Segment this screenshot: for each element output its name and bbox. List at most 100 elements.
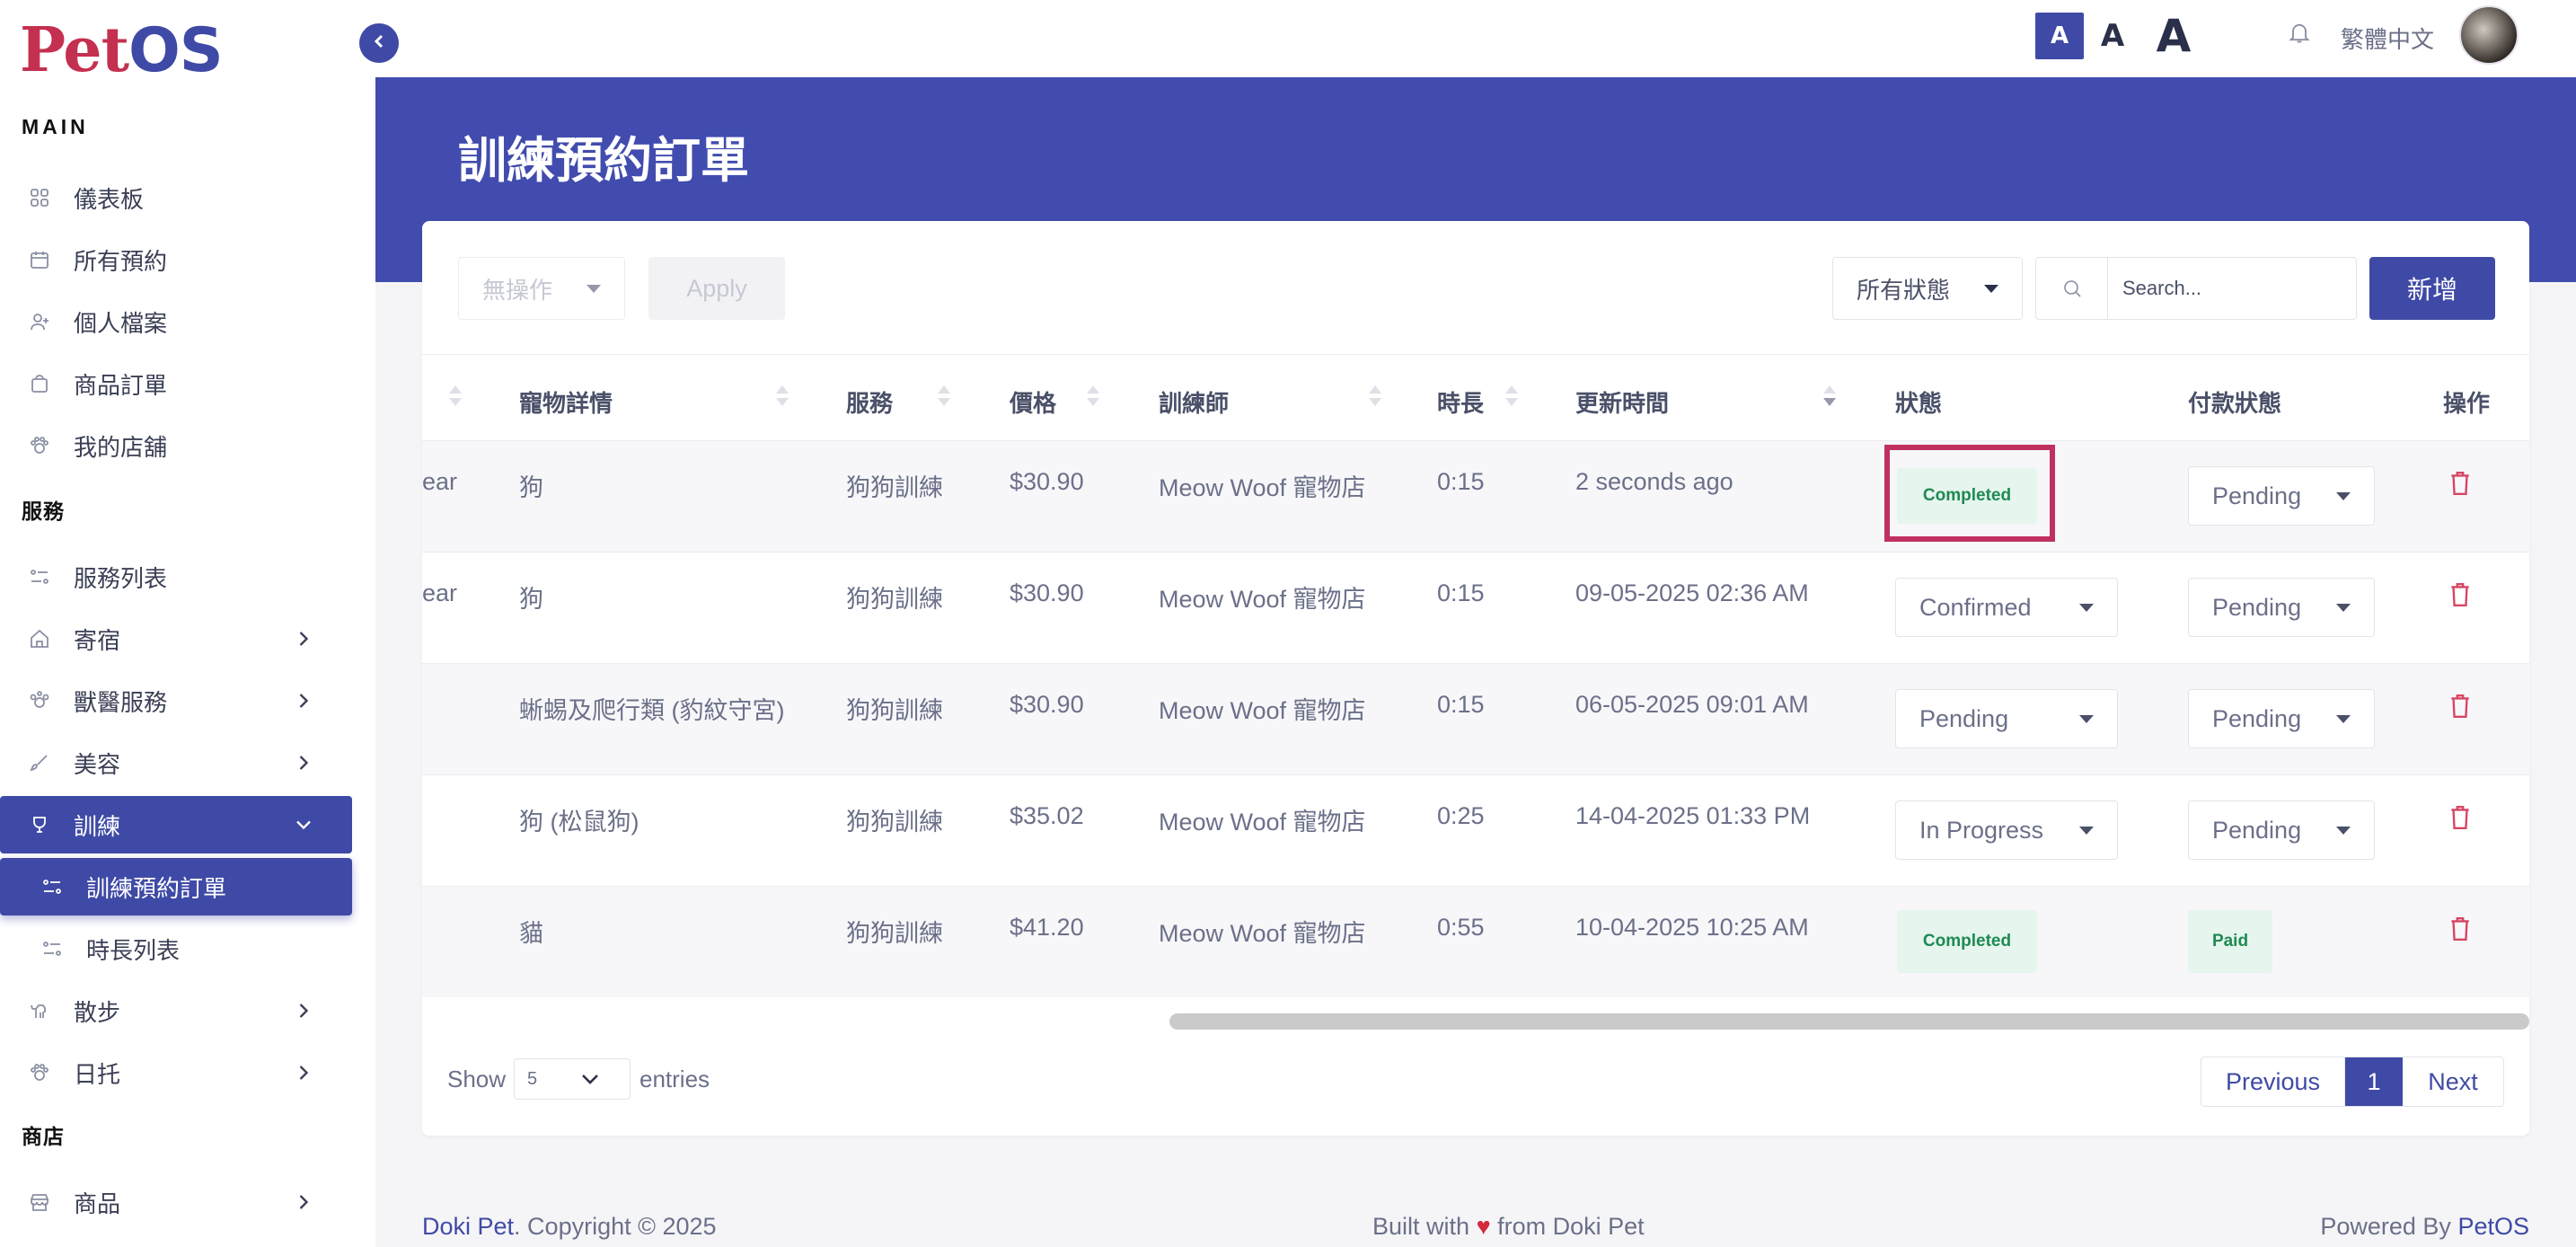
show-label: Show	[447, 1066, 507, 1092]
bag-icon	[27, 371, 52, 396]
sidebar-item-vet[interactable]: 獸醫服務	[0, 672, 352, 730]
column-header-actions: 操作	[2443, 390, 2491, 417]
search-input[interactable]	[2108, 258, 2356, 319]
section-services: 服務	[22, 500, 65, 523]
next-page-button[interactable]: Next	[2403, 1057, 2503, 1106]
chevron-down-icon	[579, 1070, 603, 1088]
footer-brand-link[interactable]: Doki Pet	[422, 1213, 514, 1240]
payment-status-value: Pending	[2212, 482, 2302, 509]
status-badge[interactable]: Completed	[1897, 910, 2037, 973]
powered-brand-link[interactable]: PetOS	[2457, 1213, 2529, 1240]
payment-status-select[interactable]: Pending	[2188, 578, 2375, 637]
pet-cell: 狗 (松鼠狗)	[519, 809, 640, 836]
payment-status-select[interactable]: Pending	[2188, 466, 2375, 526]
column-header-duration[interactable]: 時長	[1437, 385, 1484, 419]
trash-icon[interactable]	[2448, 581, 2475, 612]
sort-icon[interactable]	[1087, 382, 1099, 411]
trash-icon[interactable]	[2448, 693, 2475, 723]
caret-down-icon	[1984, 285, 1998, 293]
previous-page-button[interactable]: Previous	[2201, 1057, 2345, 1106]
trainer-cell: Meow Woof 寵物店	[1159, 809, 1366, 836]
sort-icon[interactable]	[776, 382, 789, 411]
sidebar-item-label: 時長列表	[86, 936, 181, 964]
chevron-right-icon	[291, 1060, 316, 1085]
payment-status-select[interactable]: Pending	[2188, 800, 2375, 860]
collapse-sidebar-button[interactable]	[359, 23, 399, 63]
status-select[interactable]: In Progress	[1895, 800, 2118, 860]
sidebar-item-service-list[interactable]: 服務列表	[0, 548, 352, 606]
language-selector[interactable]: 繁體中文	[2341, 22, 2434, 55]
sidebar-item-dashboard[interactable]: 儀表板	[0, 169, 352, 226]
trash-icon[interactable]	[2448, 915, 2475, 946]
caret-down-icon	[2079, 827, 2094, 835]
built-with-text: Built with	[1372, 1213, 1470, 1240]
sidebar-item-label: 訓練	[74, 812, 121, 840]
column-header-price[interactable]: 價格	[1010, 385, 1056, 419]
status-filter-select[interactable]: 所有狀態	[1832, 257, 2023, 320]
horizontal-scrollbar[interactable]	[1169, 1013, 2529, 1030]
entries-label: entries	[640, 1066, 710, 1092]
heart-icon: ♥	[1476, 1213, 1491, 1240]
payment-status-select[interactable]: Pending	[2188, 689, 2375, 748]
page-title: 訓練預約訂單	[458, 134, 749, 188]
sort-icon[interactable]	[449, 382, 462, 411]
bell-icon[interactable]	[2287, 20, 2317, 50]
column-header-updated[interactable]: 更新時間	[1575, 385, 1669, 419]
sidebar-item-product-orders[interactable]: 商品訂單	[0, 355, 352, 412]
footer: Doki Pet. Copyright © 2025 Built with ♥ …	[375, 1195, 2576, 1247]
sidebar-item-my-store[interactable]: 我的店舖	[0, 417, 352, 474]
sidebar-item-label: 散步	[74, 998, 121, 1026]
payment-badge[interactable]: Paid	[2188, 910, 2272, 973]
sidebar-item-training[interactable]: 訓練	[0, 796, 352, 853]
column-header-trainer[interactable]: 訓練師	[1159, 385, 1229, 419]
avatar[interactable]	[2459, 5, 2519, 65]
trash-icon[interactable]	[2448, 804, 2475, 835]
sidebar-item-profile[interactable]: 個人檔案	[0, 293, 352, 350]
table-row: ear 狗 狗狗訓練 $30.90 Meow Woof 寵物店 0:15 09-…	[422, 552, 2529, 663]
service-cell: 狗狗訓練	[846, 697, 943, 724]
font-size-small-button[interactable]: A	[2035, 13, 2084, 59]
add-button[interactable]: 新增	[2369, 257, 2495, 320]
service-cell: 狗狗訓練	[846, 809, 943, 836]
sort-icon[interactable]	[938, 382, 950, 411]
sidebar-item-walking[interactable]: 散步	[0, 982, 352, 1039]
topbar	[375, 0, 2576, 77]
caret-down-icon	[2336, 715, 2351, 723]
column-header-pet[interactable]: 寵物詳情	[519, 385, 613, 419]
trash-icon[interactable]	[2448, 470, 2475, 500]
bulk-action-select[interactable]: 無操作	[458, 257, 625, 320]
sort-icon[interactable]	[1505, 382, 1518, 411]
duration-cell: 0:15	[1437, 468, 1485, 495]
sidebar-item-duration-list[interactable]: 時長列表	[0, 920, 352, 977]
training-icon	[27, 812, 52, 837]
sort-desc-icon[interactable]	[1823, 382, 1836, 411]
sort-icon[interactable]	[1369, 382, 1381, 411]
page-1-button[interactable]: 1	[2345, 1057, 2403, 1106]
apply-button[interactable]: Apply	[648, 257, 785, 320]
pet-cell: 狗	[519, 586, 543, 613]
app-logo[interactable]: PetOS	[20, 14, 224, 86]
brush-icon	[27, 750, 52, 775]
sidebar-item-grooming[interactable]: 美容	[0, 734, 352, 792]
status-select[interactable]: Pending	[1895, 689, 2118, 748]
sidebar-item-label: 日托	[74, 1060, 121, 1088]
user-icon	[27, 309, 52, 334]
sidebar-item-products[interactable]: 商品	[0, 1173, 352, 1231]
entries-select[interactable]: 5	[514, 1058, 631, 1100]
sidebar-item-all-bookings[interactable]: 所有預約	[0, 231, 352, 288]
calendar-icon	[27, 247, 52, 272]
font-size-large-button[interactable]: A	[2148, 10, 2199, 62]
status-badge[interactable]: Completed	[1897, 468, 2037, 524]
section-main: MAIN	[22, 115, 89, 138]
sidebar-item-daycare[interactable]: 日托	[0, 1044, 352, 1101]
price-cell: $30.90	[1010, 691, 1084, 718]
caret-down-icon	[2336, 604, 2351, 612]
column-header-service[interactable]: 服務	[846, 385, 893, 419]
sidebar-item-boarding[interactable]: 寄宿	[0, 610, 352, 668]
sidebar-item-training-orders[interactable]: 訓練預約訂單	[0, 858, 352, 915]
font-size-medium-button[interactable]: A	[2093, 13, 2132, 59]
bulk-action-value: 無操作	[482, 276, 553, 304]
pet-cell: 狗	[519, 474, 543, 501]
duration-cell: 0:25	[1437, 802, 1485, 829]
status-select[interactable]: Confirmed	[1895, 578, 2118, 637]
